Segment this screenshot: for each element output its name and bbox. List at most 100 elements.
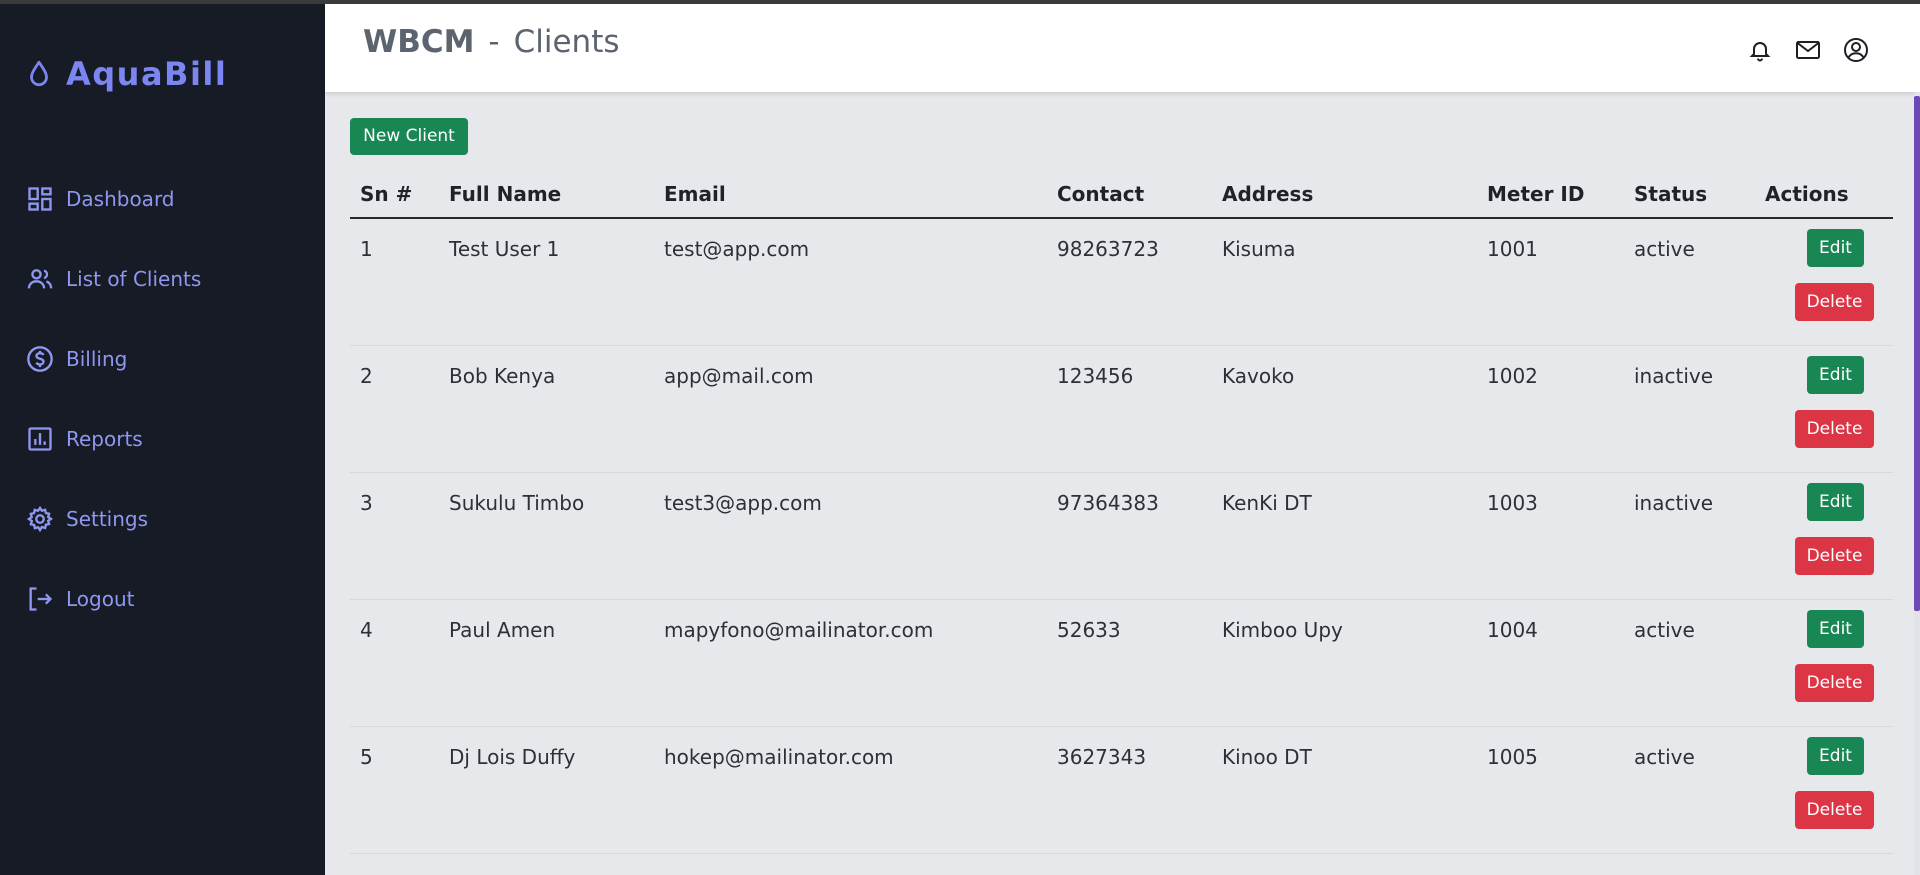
edit-button[interactable]: Edit xyxy=(1807,482,1864,521)
cell-sn: 1 xyxy=(350,218,439,346)
cell-actions: Edit Delete xyxy=(1755,472,1893,600)
sidebar-item-label: Settings xyxy=(66,507,149,531)
brand-logo[interactable]: AquaBill xyxy=(26,52,227,96)
cell-contact: 98263723 xyxy=(1047,218,1212,346)
column-header-sn[interactable]: Sn # xyxy=(350,170,439,219)
sidebar-item-label: Dashboard xyxy=(66,187,175,211)
header-actions xyxy=(1726,36,1870,64)
cell-meter-id: 1004 xyxy=(1477,599,1624,727)
delete-button[interactable]: Delete xyxy=(1795,283,1874,321)
users-icon xyxy=(27,269,53,289)
dollar-icon xyxy=(27,346,53,372)
cell-meter-id: 1001 xyxy=(1477,218,1624,346)
clients-table-wrapper: Sn # Full Name Email Contact Address Met… xyxy=(350,170,1893,854)
cell-status: inactive xyxy=(1624,345,1755,473)
water-drop-icon xyxy=(30,60,48,87)
page-name: Clients xyxy=(513,24,620,60)
column-header-email[interactable]: Email xyxy=(654,170,1047,219)
cell-address: Kinoo DT xyxy=(1212,726,1477,854)
cell-meter-id: 1002 xyxy=(1477,345,1624,473)
column-header-status[interactable]: Status xyxy=(1624,170,1755,219)
notifications-button[interactable] xyxy=(1746,36,1774,64)
profile-button[interactable] xyxy=(1842,36,1870,64)
delete-button[interactable]: Delete xyxy=(1795,790,1874,829)
delete-button[interactable]: Delete xyxy=(1795,536,1874,575)
edit-button[interactable]: Edit xyxy=(1807,229,1864,267)
column-header-actions: Actions xyxy=(1755,170,1893,219)
delete-button[interactable]: Delete xyxy=(1795,663,1874,702)
cell-sn: 3 xyxy=(350,472,439,600)
cell-email: test@app.com xyxy=(654,218,1047,346)
brand-name: AquaBill xyxy=(66,55,228,93)
table-row: 1 Test User 1 test@app.com 98263723 Kisu… xyxy=(350,218,1893,346)
main-content: WBCM - Clients New Client Sn # Full Name… xyxy=(325,4,1920,875)
edit-button[interactable]: Edit xyxy=(1807,736,1864,775)
bell-icon xyxy=(1749,42,1771,62)
cell-email: mapyfono@mailinator.com xyxy=(654,599,1047,727)
cell-full-name: Sukulu Timbo xyxy=(439,472,654,600)
cell-contact: 52633 xyxy=(1047,599,1212,727)
table-row: 5 Dj Lois Duffy hokep@mailinator.com 362… xyxy=(350,726,1893,854)
column-header-address[interactable]: Address xyxy=(1212,170,1477,219)
scrollbar-thumb[interactable] xyxy=(1914,96,1920,611)
table-row: 4 Paul Amen mapyfono@mailinator.com 5263… xyxy=(350,599,1893,727)
window-top-strip xyxy=(0,0,1920,4)
cell-sn: 2 xyxy=(350,345,439,473)
delete-button[interactable]: Delete xyxy=(1795,409,1874,448)
cell-sn: 5 xyxy=(350,726,439,854)
sidebar-item-reports[interactable]: Reports xyxy=(26,419,143,459)
logout-icon xyxy=(29,587,53,611)
cell-actions: Edit Delete xyxy=(1755,599,1893,727)
cell-actions: Edit Delete xyxy=(1755,345,1893,473)
cell-address: Kimboo Upy xyxy=(1212,599,1477,727)
cell-address: KenKi DT xyxy=(1212,472,1477,600)
org-name: WBCM xyxy=(363,24,475,60)
cell-contact: 3627343 xyxy=(1047,726,1212,854)
cell-full-name: Dj Lois Duffy xyxy=(439,726,654,854)
sidebar-item-logout[interactable]: Logout xyxy=(26,579,134,619)
cell-contact: 123456 xyxy=(1047,345,1212,473)
sidebar-item-clients[interactable]: List of Clients xyxy=(26,259,201,299)
cell-email: hokep@mailinator.com xyxy=(654,726,1047,854)
cell-meter-id: 1003 xyxy=(1477,472,1624,600)
column-header-meter-id[interactable]: Meter ID xyxy=(1477,170,1624,219)
sidebar-item-settings[interactable]: Settings xyxy=(26,499,148,539)
cell-full-name: Test User 1 xyxy=(439,218,654,346)
dashboard-icon xyxy=(28,187,52,211)
cell-email: test3@app.com xyxy=(654,472,1047,600)
mail-icon xyxy=(1796,41,1820,59)
column-header-contact[interactable]: Contact xyxy=(1047,170,1212,219)
page-title: WBCM - Clients xyxy=(363,24,620,60)
user-circle-icon xyxy=(1844,38,1868,62)
cell-full-name: Bob Kenya xyxy=(439,345,654,473)
messages-button[interactable] xyxy=(1794,36,1822,64)
sidebar-item-dashboard[interactable]: Dashboard xyxy=(26,179,175,219)
sidebar-item-label: Reports xyxy=(66,427,143,451)
cell-full-name: Paul Amen xyxy=(439,599,654,727)
bar-chart-icon xyxy=(28,427,52,451)
cell-status: active xyxy=(1624,726,1755,854)
cell-address: Kavoko xyxy=(1212,345,1477,473)
cell-actions: Edit Delete xyxy=(1755,726,1893,854)
cell-sn: 4 xyxy=(350,599,439,727)
sidebar-item-label: List of Clients xyxy=(66,267,202,291)
new-client-button[interactable]: New Client xyxy=(350,118,468,155)
title-separator: - xyxy=(488,24,500,60)
gear-icon xyxy=(26,505,54,533)
clients-table: Sn # Full Name Email Contact Address Met… xyxy=(350,170,1893,854)
cell-meter-id: 1005 xyxy=(1477,726,1624,854)
cell-email: app@mail.com xyxy=(654,345,1047,473)
table-row: 3 Sukulu Timbo test3@app.com 97364383 Ke… xyxy=(350,472,1893,600)
edit-button[interactable]: Edit xyxy=(1807,609,1864,648)
cell-status: active xyxy=(1624,218,1755,346)
table-header-row: Sn # Full Name Email Contact Address Met… xyxy=(350,170,1893,219)
column-header-full-name[interactable]: Full Name xyxy=(439,170,654,219)
sidebar-item-billing[interactable]: Billing xyxy=(26,339,127,379)
cell-status: inactive xyxy=(1624,472,1755,600)
cell-address: Kisuma xyxy=(1212,218,1477,346)
cell-actions: Edit Delete xyxy=(1755,218,1893,346)
sidebar-item-label: Logout xyxy=(66,587,135,611)
cell-contact: 97364383 xyxy=(1047,472,1212,600)
cell-status: active xyxy=(1624,599,1755,727)
edit-button[interactable]: Edit xyxy=(1807,355,1864,394)
